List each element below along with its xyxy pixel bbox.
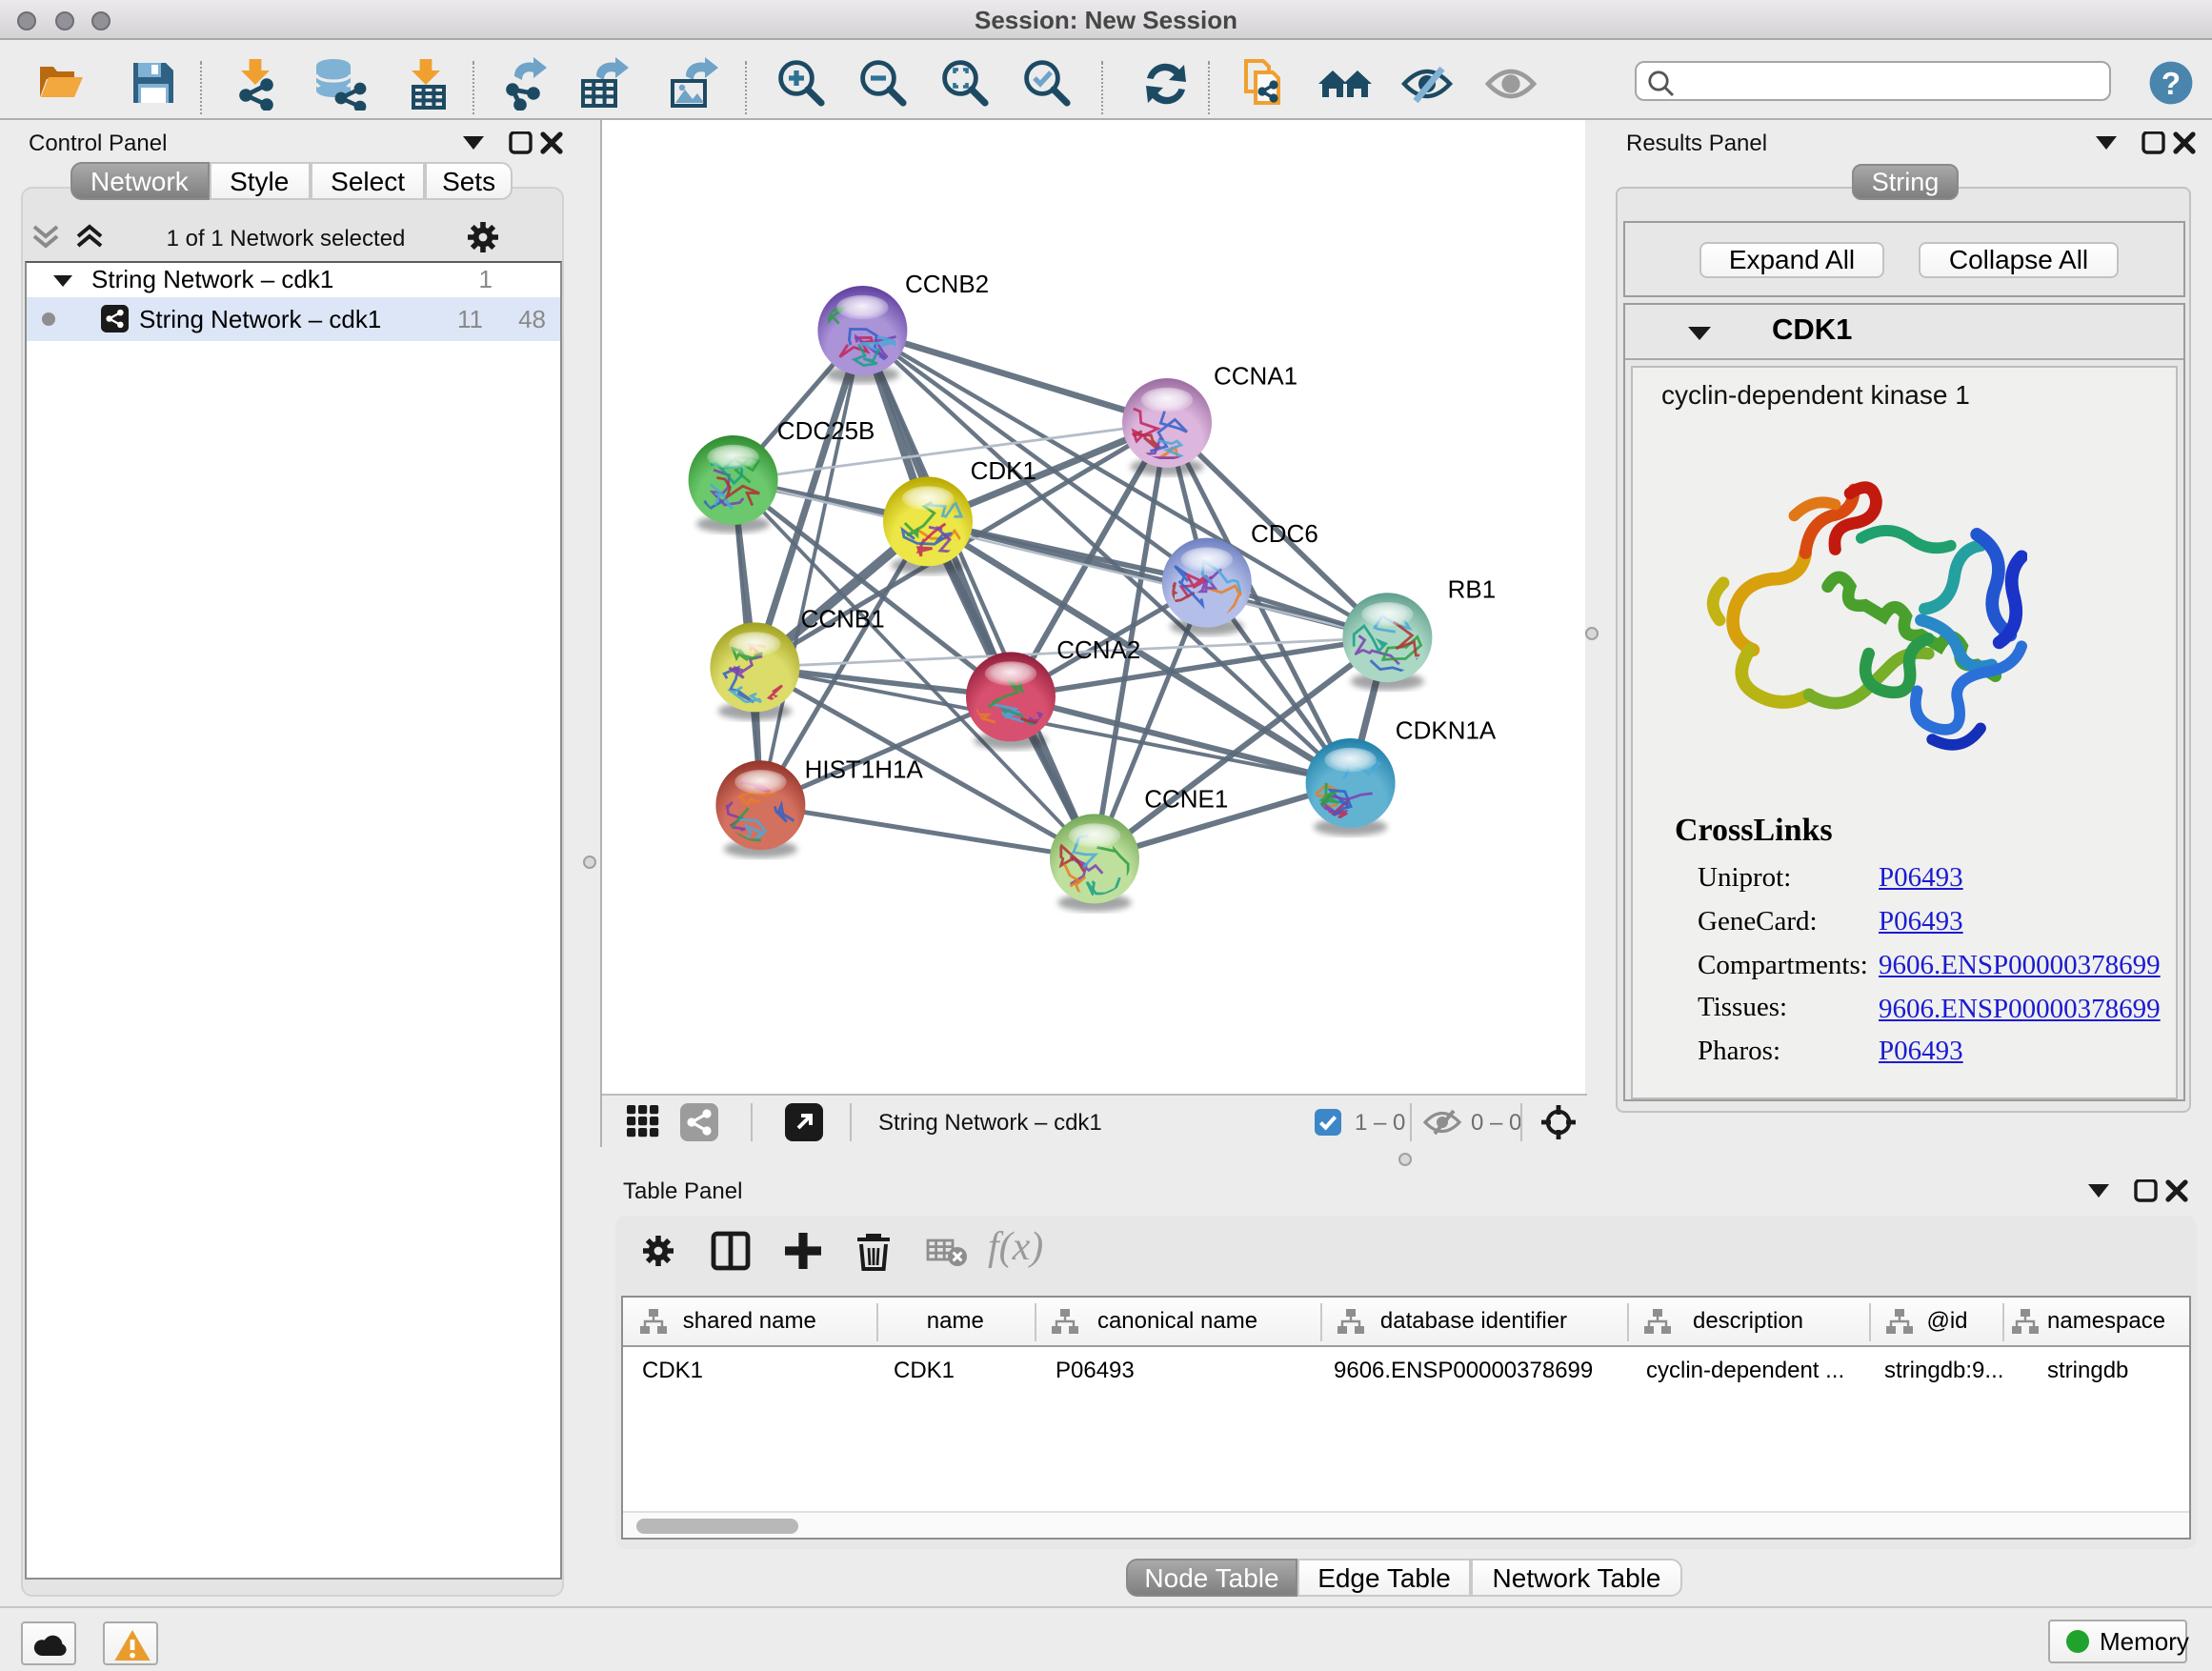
svg-text:CCNE1: CCNE1 [1144,784,1228,813]
svg-text:CDKN1A: CDKN1A [1396,715,1497,744]
svg-text:?: ? [2161,65,2180,100]
svg-text:CCNB2: CCNB2 [905,270,989,298]
svg-text:RB1: RB1 [1448,574,1497,603]
svg-text:CCNA1: CCNA1 [1214,361,1297,390]
svg-text:CDC6: CDC6 [1251,519,1318,548]
svg-text:HIST1H1A: HIST1H1A [805,755,924,783]
svg-text:CDC25B: CDC25B [777,416,875,445]
svg-text:CCNA2: CCNA2 [1056,635,1140,664]
svg-text:CCNB1: CCNB1 [801,605,885,634]
svg-text:CDK1: CDK1 [971,456,1036,485]
